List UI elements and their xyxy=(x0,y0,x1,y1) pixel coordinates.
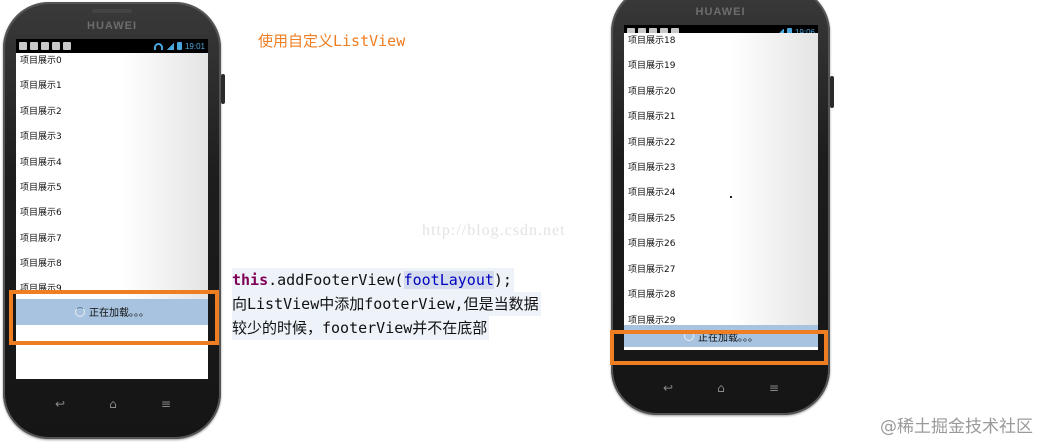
list-view[interactable]: 项目展示18 项目展示19 项目展示20 项目展示21 项目展示22 项目展示2… xyxy=(624,33,818,348)
nav-bar: ↩ ⌂ ≡ xyxy=(33,396,193,412)
list-item[interactable]: 项目展示1 xyxy=(16,78,208,103)
menu-icon[interactable]: ≡ xyxy=(161,397,171,411)
left-phone: HUAWEI 19:01 项目展示0 项目展示1 项目展示2 项目展示3 项目展… xyxy=(3,2,225,439)
note-line: 较少的时候，footerView并不在底部 xyxy=(232,316,490,340)
notification-icon xyxy=(63,42,71,50)
right-phone-screen: 19:06 项目展示18 项目展示19 项目展示20 项目展示21 项目展示22… xyxy=(624,25,818,350)
list-item[interactable]: 项目展示3 xyxy=(16,129,208,154)
home-icon[interactable]: ⌂ xyxy=(109,397,117,411)
phone-brand: HUAWEI xyxy=(87,20,137,32)
list-item[interactable]: 项目展示2 xyxy=(16,104,208,129)
list-item[interactable]: 项目展示22 xyxy=(624,135,818,160)
notification-icon xyxy=(52,42,60,50)
phone-brand: HUAWEI xyxy=(695,6,746,18)
earpiece xyxy=(92,9,132,13)
code-argument: footLayout xyxy=(403,271,494,289)
status-bar-right: 19:01 xyxy=(153,41,205,51)
list-item[interactable]: 项目展示6 xyxy=(16,205,208,230)
list-item[interactable]: 项目展示26 xyxy=(624,236,818,261)
list-item[interactable]: 项目展示4 xyxy=(16,155,208,180)
site-watermark: @稀土掘金技术社区 xyxy=(880,417,1033,437)
list-item[interactable]: 项目展示29 xyxy=(624,312,818,326)
list-item[interactable]: 项目展示0 xyxy=(16,53,208,78)
status-bar: 19:01 xyxy=(16,39,208,53)
notification-icon xyxy=(30,42,38,50)
list-item[interactable]: 项目展示28 xyxy=(624,287,818,312)
code-suffix: ); xyxy=(493,271,512,289)
battery-icon xyxy=(176,42,182,50)
list-view[interactable]: 项目展示0 项目展示1 项目展示2 项目展示3 项目展示4 项目展示5 项目展示… xyxy=(16,53,208,325)
home-icon[interactable]: ⌂ xyxy=(717,381,725,395)
code-keyword: this xyxy=(232,271,269,289)
list-item[interactable]: 项目展示23 xyxy=(624,160,818,185)
list-item[interactable]: 项目展示7 xyxy=(16,231,208,256)
volume-button[interactable] xyxy=(830,76,834,108)
back-icon[interactable]: ↩ xyxy=(663,381,673,395)
code-method: .addFooterView( xyxy=(268,271,404,289)
list-item[interactable]: 项目展示25 xyxy=(624,211,818,236)
notification-icon xyxy=(19,42,27,50)
wifi-icon xyxy=(153,42,163,50)
code-line: this.addFooterView(footLayout); xyxy=(232,268,514,292)
nav-bar: ↩ ⌂ ≡ xyxy=(641,380,801,396)
note-line: 向ListView中添加footerView,但是当数据 xyxy=(232,292,541,316)
menu-icon[interactable]: ≡ xyxy=(769,381,779,395)
list-item[interactable]: 项目展示24 xyxy=(624,185,818,210)
list-item[interactable]: 项目展示18 xyxy=(624,33,818,58)
watermark: http://blog.csdn.net xyxy=(422,222,566,239)
list-item[interactable]: 项目展示21 xyxy=(624,109,818,134)
list-item[interactable]: 项目展示8 xyxy=(16,256,208,281)
list-item[interactable]: 项目展示27 xyxy=(624,262,818,287)
list-item[interactable]: 项目展示20 xyxy=(624,84,818,109)
notification-icons xyxy=(19,42,71,50)
list-item[interactable]: 项目展示5 xyxy=(16,180,208,205)
stray-dot xyxy=(730,196,732,198)
code-annotation: this.addFooterView(footLayout); 向ListVie… xyxy=(232,268,541,340)
signal-icon xyxy=(165,42,174,50)
back-icon[interactable]: ↩ xyxy=(55,397,65,411)
highlight-box-right-footer xyxy=(610,330,828,365)
annotation-title: 使用自定义ListView xyxy=(258,32,406,50)
highlight-box-left-footer xyxy=(9,290,219,345)
clock: 19:01 xyxy=(184,41,205,51)
notification-icon xyxy=(41,42,49,50)
volume-button[interactable] xyxy=(221,74,225,104)
list-item[interactable]: 项目展示19 xyxy=(624,58,818,83)
